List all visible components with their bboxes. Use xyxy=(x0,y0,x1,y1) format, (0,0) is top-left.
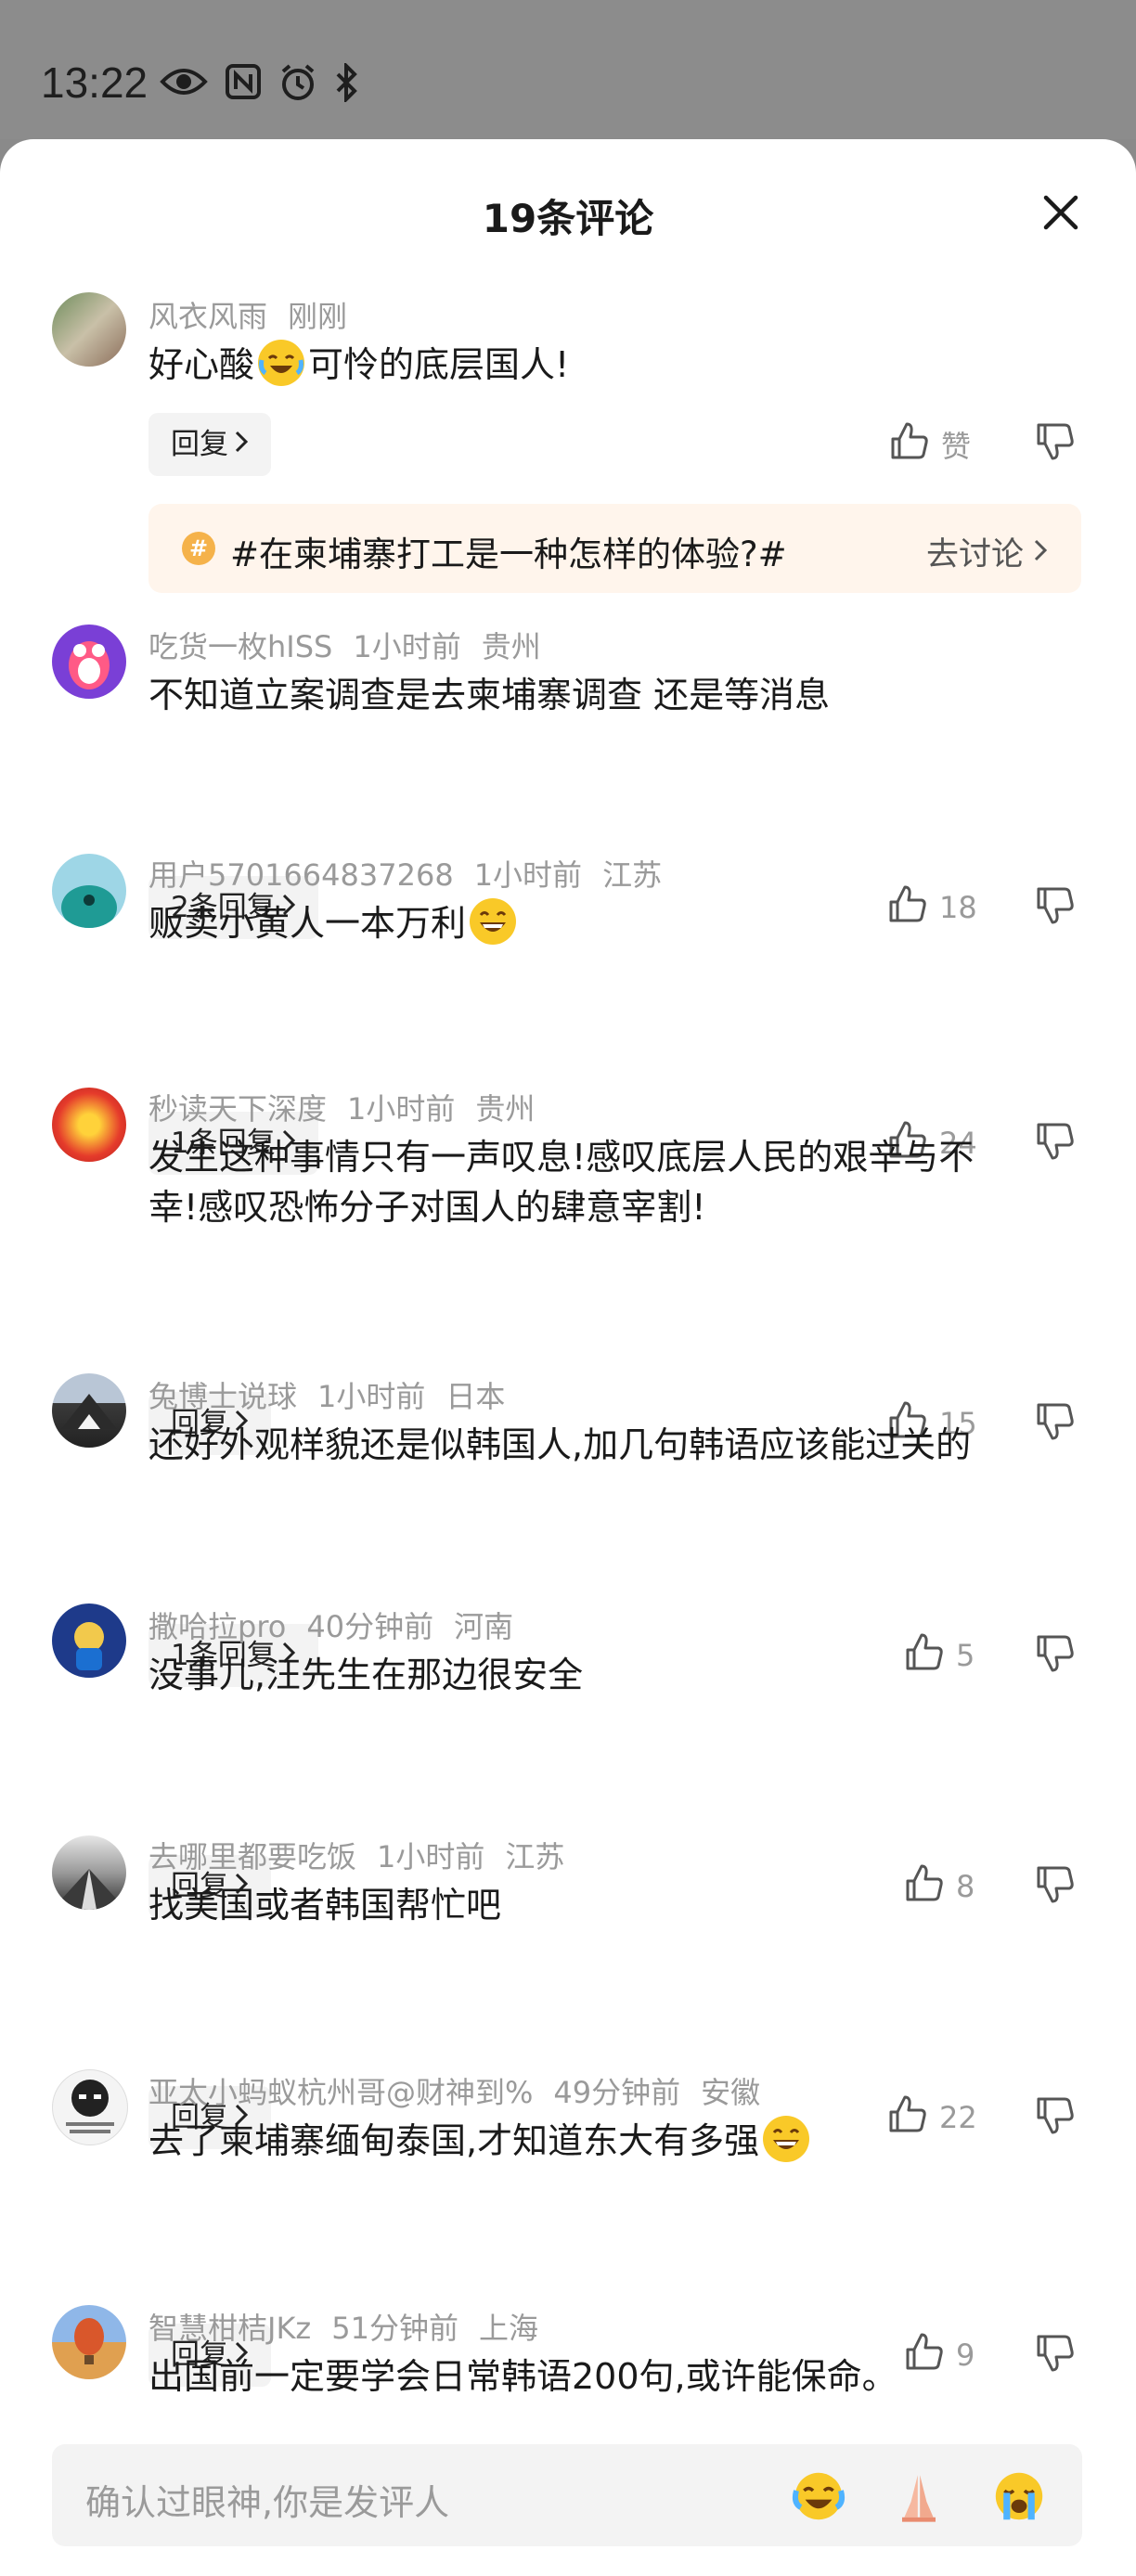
comment-meta: 智慧柑桔JKz 51分钟前 上海 xyxy=(148,2305,538,2348)
like-button[interactable]: 赞 xyxy=(889,417,971,472)
comment-time: 1小时前 xyxy=(377,1839,485,1874)
topic-discuss-link[interactable]: 去讨论 xyxy=(926,528,1048,575)
comment-time: 刚刚 xyxy=(288,299,348,334)
chevron-right-icon xyxy=(1033,534,1048,571)
eye-icon xyxy=(160,63,208,106)
comment-text: 还好外观样貌还是似韩国人,加几句韩语应该能过关的 xyxy=(148,1424,972,1465)
comment-time: 1小时前 xyxy=(473,857,583,893)
topic-banner[interactable]: # #在柬埔寨打工是一种怎样的体验?# 去讨论 xyxy=(148,504,1081,593)
status-bar: 13:22 xyxy=(0,0,1136,139)
comment-text-line: 发生这种事情只有一声叹息!感叹底层人民的艰辛与不 xyxy=(148,1137,975,1178)
avatar[interactable] xyxy=(52,2069,128,2145)
avatar[interactable] xyxy=(52,1373,126,1448)
thumbs-down-icon[interactable] xyxy=(1035,421,1079,466)
comment-meta: 亚太小蚂蚁杭州哥@财神到% 49分钟前 安徽 xyxy=(148,2069,760,2112)
comment-text-part: 贩卖小黄人一本万利 xyxy=(148,903,467,944)
comment-input[interactable]: 确认过眼神,你是发评人 xyxy=(52,2444,1082,2546)
sobbing-emoji[interactable] xyxy=(991,2468,1047,2524)
comment-meta: 吃货一枚hISS 1小时前 贵州 xyxy=(148,624,541,666)
comment-meta: 兔博士说球 1小时前 日本 xyxy=(148,1373,505,1416)
comment-username[interactable]: 用户5701664837268 xyxy=(148,857,454,893)
comment-username[interactable]: 秒读天下深度 xyxy=(148,1091,327,1127)
crying-laughing-emoji[interactable] xyxy=(791,2468,846,2524)
like-count: 赞 xyxy=(941,429,972,464)
comment-text: 找美国或者韩国帮忙吧 xyxy=(148,1885,502,1926)
comment-location: 安徽 xyxy=(701,2075,761,2110)
input-bar-container: 确认过眼神,你是发评人 xyxy=(0,2416,1136,2576)
hashtag-icon: # xyxy=(182,532,215,565)
close-icon[interactable] xyxy=(1038,189,1084,236)
comment-meta: 撒哈拉pro 40分钟前 河南 xyxy=(148,1604,513,1646)
avatar[interactable] xyxy=(52,1604,126,1678)
avatar[interactable] xyxy=(52,854,126,928)
comment-username[interactable]: 兔博士说球 xyxy=(148,1379,297,1414)
comment-text: 发生这种事情只有一声叹息!感叹底层人民的艰辛与不 幸!感叹恐怖分子对国人的肆意宰… xyxy=(148,1132,1049,1232)
sheet-title: 19条评论 xyxy=(482,196,654,241)
comment-time: 40分钟前 xyxy=(306,1609,434,1644)
praying-hands-emoji[interactable] xyxy=(891,2468,947,2524)
comment-text: 不知道立案调查是去柬埔寨调查 还是等消息 xyxy=(148,675,831,715)
avatar[interactable] xyxy=(52,625,126,699)
comment-username[interactable]: 亚太小蚂蚁杭州哥@财神到% xyxy=(148,2075,533,2110)
comment-time: 1小时前 xyxy=(317,1379,426,1414)
nfc-icon xyxy=(225,63,262,106)
comment-username[interactable]: 撒哈拉pro xyxy=(148,1609,286,1644)
avatar[interactable] xyxy=(52,1088,126,1162)
comment-location: 江苏 xyxy=(602,857,663,893)
comment-username[interactable]: 去哪里都要吃饭 xyxy=(148,1839,356,1874)
comment-username[interactable]: 吃货一枚hISS xyxy=(148,629,332,664)
comment-location: 上海 xyxy=(478,2311,538,2346)
grinning-emoji xyxy=(763,2116,810,2162)
comment-text-part: 可怜的底层国人! xyxy=(308,344,570,385)
avatar[interactable] xyxy=(52,2305,126,2379)
comment-sheet: 19条评论 风衣风雨 刚刚 好心酸 可怜的底层国人! 回复 赞 # #在柬埔寨打工是… xyxy=(0,139,1136,2576)
reply-button[interactable]: 回复 xyxy=(148,413,271,476)
comment-text: 出国前一定要学会日常韩语200句,或许能保命。 xyxy=(148,2356,897,2397)
comment-meta: 用户5701664837268 1小时前 江苏 xyxy=(148,852,662,895)
reply-label: 回复 xyxy=(171,428,228,461)
comment-meta: 秒读天下深度 1小时前 贵州 xyxy=(148,1086,535,1128)
comment-username[interactable]: 风衣风雨 xyxy=(148,299,267,334)
comment-text: 去了柬埔寨缅甸泰国,才知道东大有多强 xyxy=(148,2116,1049,2166)
comment-text: 贩卖小黄人一本万利 xyxy=(148,898,1049,948)
comment-text-line: 幸!感叹恐怖分子对国人的肆意宰割! xyxy=(148,1187,706,1228)
comment-location: 贵州 xyxy=(481,629,541,664)
comment-text-part: 去了柬埔寨缅甸泰国,才知道东大有多强 xyxy=(148,2120,760,2161)
comment-time: 1小时前 xyxy=(347,1091,456,1127)
comment-text: 好心酸 可怜的底层国人! xyxy=(148,340,1049,390)
comment-location: 河南 xyxy=(454,1609,514,1644)
alarm-icon xyxy=(278,63,317,106)
topic-text: #在柬埔寨打工是一种怎样的体验?# xyxy=(230,535,787,574)
bluetooth-icon xyxy=(334,61,358,106)
comment-location: 江苏 xyxy=(505,1839,565,1874)
grinning-emoji xyxy=(470,898,517,945)
avatar[interactable] xyxy=(52,292,126,367)
comment-meta: 风衣风雨 刚刚 xyxy=(148,293,347,336)
status-icons xyxy=(160,61,358,106)
thumbs-up-icon xyxy=(889,420,930,469)
avatar[interactable] xyxy=(52,1835,126,1910)
comment-input-placeholder: 确认过眼神,你是发评人 xyxy=(85,2482,450,2523)
topic-link-label: 去讨论 xyxy=(925,536,1024,573)
comment-meta: 去哪里都要吃饭 1小时前 江苏 xyxy=(148,1834,564,1876)
comment-text: 没事儿,汪先生在那边很安全 xyxy=(148,1655,584,1695)
comment-username[interactable]: 智慧柑桔JKz xyxy=(148,2311,311,2346)
chevron-right-icon xyxy=(234,413,249,476)
comment-location: 日本 xyxy=(445,1379,506,1414)
comment-time: 1小时前 xyxy=(353,629,461,664)
crying-laughing-emoji xyxy=(258,340,305,386)
comment-location: 贵州 xyxy=(475,1091,536,1127)
status-time: 13:22 xyxy=(41,58,148,107)
comment-time: 49分钟前 xyxy=(553,2075,681,2110)
comment-time: 51分钟前 xyxy=(331,2311,458,2346)
comment-text-part: 好心酸 xyxy=(148,344,255,385)
